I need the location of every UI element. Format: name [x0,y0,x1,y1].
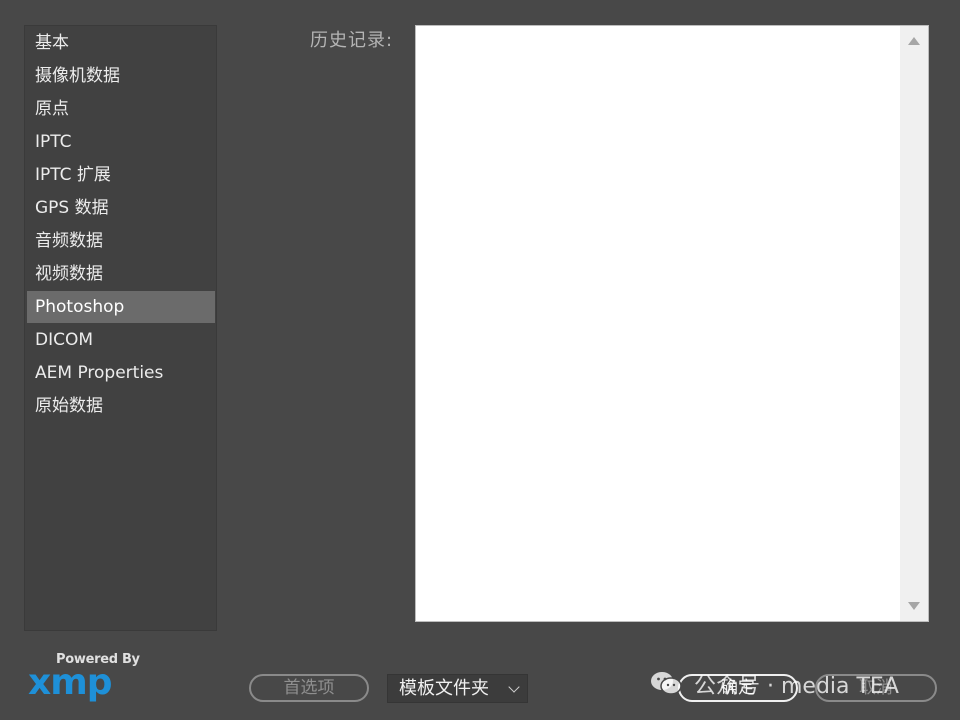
sidebar-item-camera-data[interactable]: 摄像机数据 [27,60,215,92]
sidebar-item-basic[interactable]: 基本 [27,27,215,59]
wechat-icon [651,672,682,695]
logo-brand: xmp [28,662,113,703]
sidebar-item-audio-data[interactable]: 音频数据 [27,225,215,257]
sidebar-item-photoshop[interactable]: Photoshop [27,291,215,323]
category-list: 基本 摄像机数据 原点 IPTC IPTC 扩展 GPS 数据 音频数据 视频数… [24,25,217,631]
history-textarea[interactable] [415,25,929,622]
template-folder-label: 模板文件夹 [399,678,489,699]
cancel-button[interactable]: 取消 [815,674,937,702]
sidebar-item-iptc[interactable]: IPTC [27,126,215,158]
scroll-down-icon[interactable] [908,602,920,610]
history-label: 历史记录: [310,30,394,51]
sidebar-item-raw-data[interactable]: 原始数据 [27,390,215,422]
sidebar-item-dicom[interactable]: DICOM [27,324,215,356]
sidebar-item-video-data[interactable]: 视频数据 [27,258,215,290]
sidebar-item-origin[interactable]: 原点 [27,93,215,125]
scroll-up-icon[interactable] [908,37,920,45]
chevron-down-icon [508,681,520,693]
ok-button[interactable]: 确定 [678,674,798,702]
sidebar-item-gps-data[interactable]: GPS 数据 [27,192,215,224]
template-folder-dropdown[interactable]: 模板文件夹 [387,674,528,703]
sidebar-item-iptc-extension[interactable]: IPTC 扩展 [27,159,215,191]
preferences-button[interactable]: 首选项 [249,674,369,702]
sidebar-item-aem-properties[interactable]: AEM Properties [27,357,215,389]
history-scrollbar[interactable] [900,26,928,621]
